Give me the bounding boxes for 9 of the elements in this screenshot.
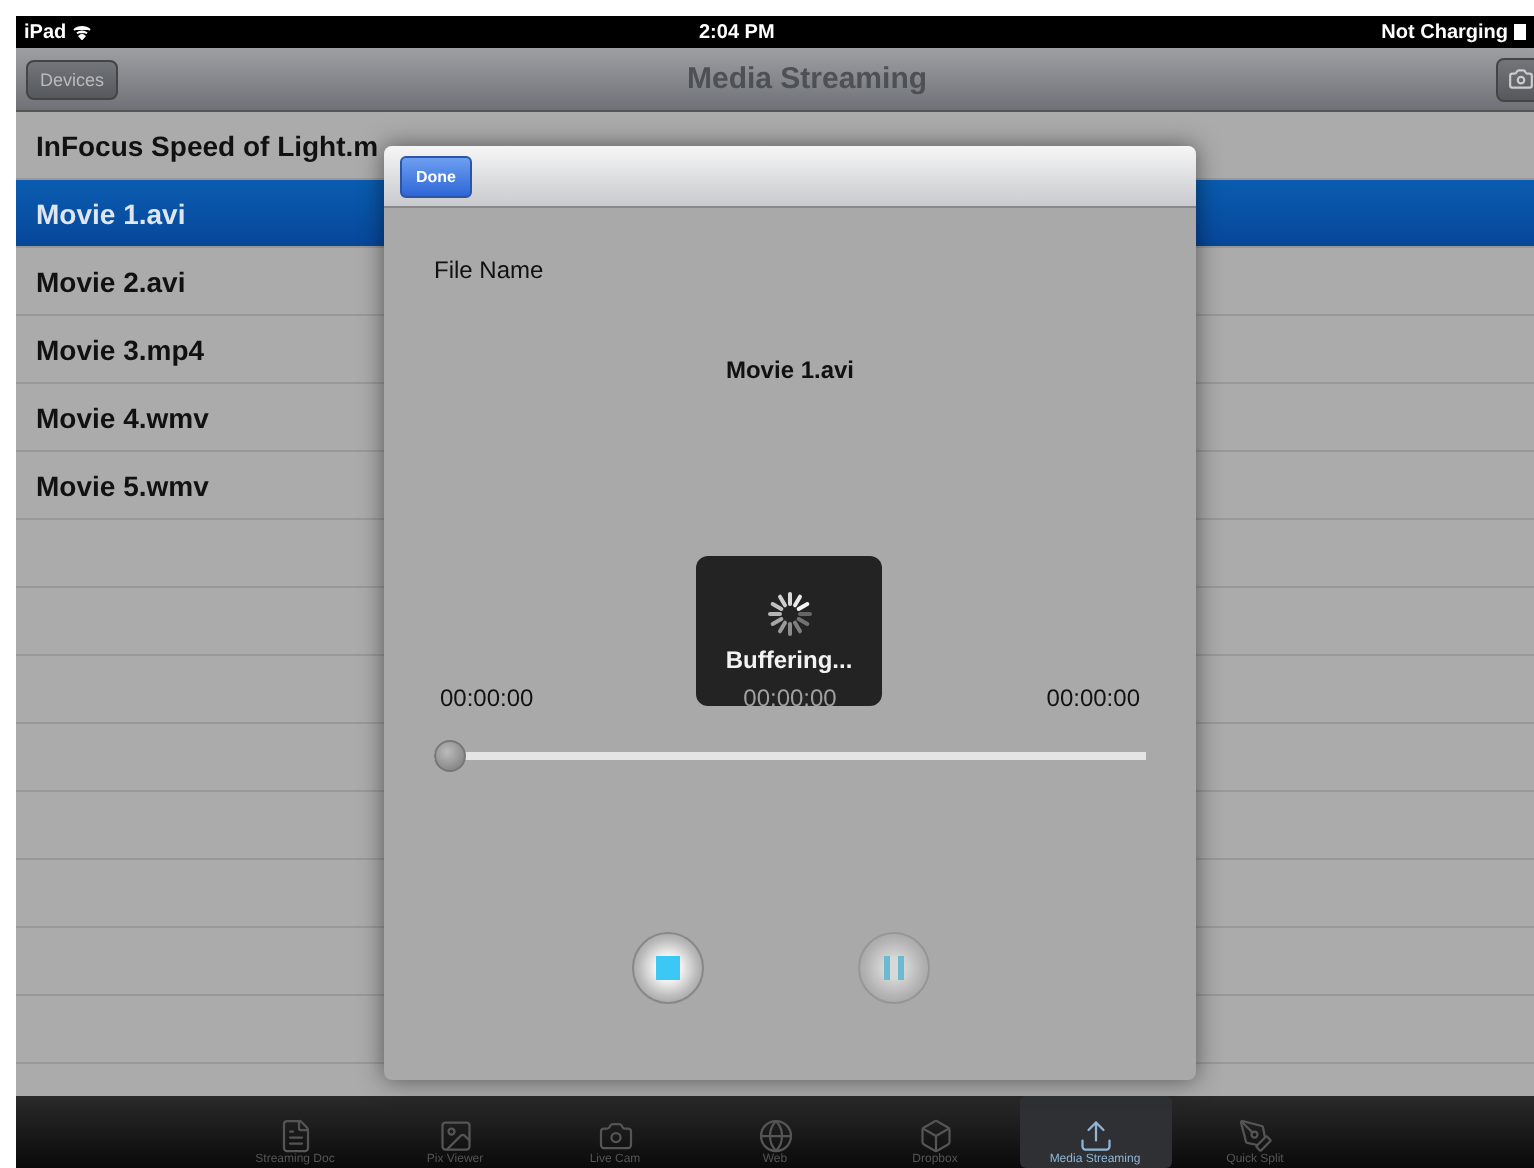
clock: 2:04 PM bbox=[699, 21, 775, 43]
charging-status: Not Charging bbox=[1381, 21, 1508, 43]
file-name-label: File Name bbox=[434, 256, 546, 284]
device-name: iPad bbox=[24, 21, 67, 43]
elapsed-time: 00:00:00 bbox=[440, 684, 534, 712]
total-time: 00:00:00 bbox=[1046, 684, 1140, 712]
nav-title: Media Streaming bbox=[686, 62, 928, 96]
current-time: 00:00:00 bbox=[743, 684, 837, 712]
file-name: Movie 1.avi bbox=[725, 356, 855, 384]
